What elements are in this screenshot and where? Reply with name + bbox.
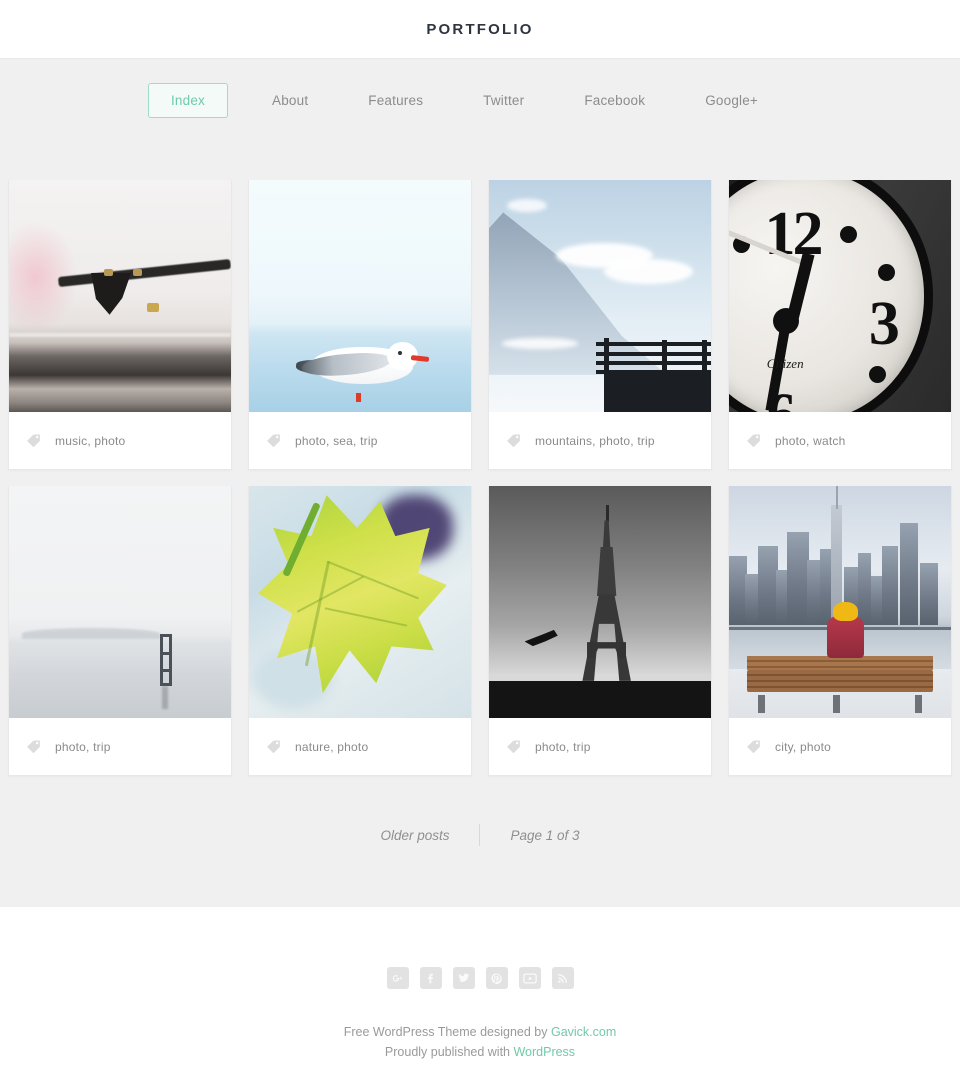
tag-icon [27,740,40,754]
twitter-icon[interactable] [452,967,475,989]
tag-icon [747,434,760,448]
googleplus-icon[interactable] [386,967,409,989]
card-tags[interactable]: photo, trip [55,740,111,754]
card-meta: photo, sea, trip [249,412,471,469]
seagull-over-sea-photo[interactable] [249,180,471,412]
wordpress-link[interactable]: WordPress [513,1045,575,1059]
card-tags[interactable]: city, photo [775,740,831,754]
card-meta: city, photo [729,718,951,775]
card-meta: photo, trip [489,718,711,775]
city-skyline-bench-photo[interactable] [729,486,951,718]
tag-icon [27,434,40,448]
card-tags[interactable]: photo, sea, trip [295,434,378,448]
tag-icon [507,740,520,754]
portfolio-card[interactable]: photo, sea, trip [248,180,472,470]
nav-item-features[interactable]: Features [352,84,439,117]
card-meta: mountains, photo, trip [489,412,711,469]
portfolio-card[interactable]: photo, trip [8,486,232,776]
tag-icon [267,434,280,448]
backlit-green-leaf-photo[interactable] [249,486,471,718]
portfolio-card[interactable]: 1236 Citizen photo, watch [728,180,952,470]
mountain-clouds-pier-photo[interactable] [489,180,711,412]
black-white-clock-face-photo[interactable]: 1236 Citizen [729,180,951,412]
footer-credit-theme: Free WordPress Theme designed by Gavick.… [0,1022,960,1042]
eiffel-tower-bird-photo[interactable] [489,486,711,718]
page-status: Page 1 of 3 [510,827,580,843]
footer-credit-text: Free WordPress Theme designed by [343,1025,551,1039]
tag-icon [267,740,280,754]
card-meta: music, photo [9,412,231,469]
portfolio-card[interactable]: mountains, photo, trip [488,180,712,470]
nav-item-twitter[interactable]: Twitter [467,84,540,117]
pinterest-icon[interactable] [485,967,508,989]
older-posts-link[interactable]: Older posts [350,828,479,843]
social-links [0,967,960,989]
nav-item-facebook[interactable]: Facebook [568,84,661,117]
portfolio-grid: music, photo photo, sea, trip mountains,… [0,180,960,776]
portfolio-grid-area: music, photo photo, sea, trip mountains,… [0,141,960,907]
portfolio-card[interactable]: music, photo [8,180,232,470]
rss-icon[interactable] [551,967,574,989]
nav-item-about[interactable]: About [256,84,324,117]
footer-platform-text: Proudly published with [384,1045,514,1059]
portfolio-card[interactable]: photo, trip [488,486,712,776]
facebook-icon[interactable] [419,967,442,989]
nav-item-googleplus[interactable]: Google+ [689,84,774,117]
card-tags[interactable]: photo, trip [535,740,591,754]
portfolio-card[interactable]: nature, photo [248,486,472,776]
pagination: Older posts Page 1 of 3 [0,776,960,894]
tag-icon [747,740,760,754]
site-footer: Free WordPress Theme designed by Gavick.… [0,907,960,1092]
card-tags[interactable]: mountains, photo, trip [535,434,655,448]
misty-seascape-marker-photo[interactable] [9,486,231,718]
main-navigation: Index About Features Twitter Facebook Go… [0,58,960,141]
card-meta: photo, trip [9,718,231,775]
tag-icon [507,434,520,448]
footer-credit-platform: Proudly published with WordPress [0,1042,960,1062]
youtube-icon[interactable] [518,967,541,989]
page-title: PORTFOLIO [426,20,534,38]
card-tags[interactable]: music, photo [55,434,125,448]
nav-item-index[interactable]: Index [147,82,228,118]
site-header: PORTFOLIO [0,0,960,58]
card-tags[interactable]: photo, watch [775,434,845,448]
gavick-link[interactable]: Gavick.com [551,1025,616,1039]
card-meta: photo, watch [729,412,951,469]
card-meta: nature, photo [249,718,471,775]
card-tags[interactable]: nature, photo [295,740,368,754]
portfolio-card[interactable]: city, photo [728,486,952,776]
turntable-record-player-photo[interactable] [9,180,231,412]
nav-list: Index About Features Twitter Facebook Go… [147,82,788,118]
